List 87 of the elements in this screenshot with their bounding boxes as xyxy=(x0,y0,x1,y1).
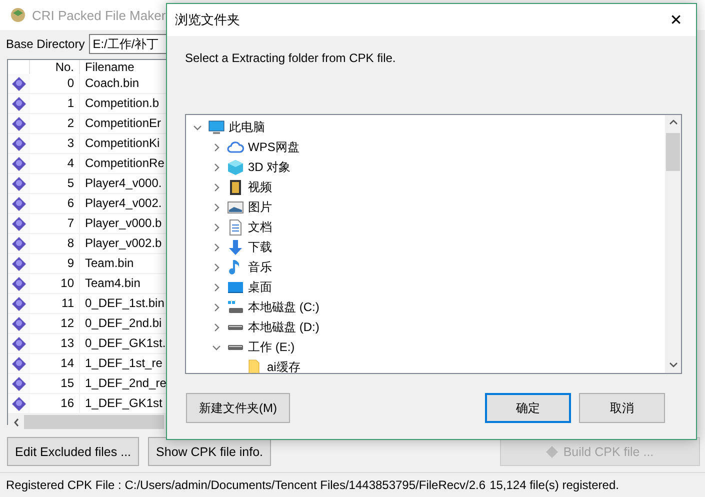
collapse-chevron-icon[interactable] xyxy=(212,342,220,352)
file-icon xyxy=(12,296,26,310)
status-count: 15,124 file(s) registered. xyxy=(490,478,619,492)
wand-icon xyxy=(546,446,558,458)
download-arrow-icon xyxy=(227,238,244,256)
table-cell: 8 xyxy=(30,234,80,253)
file-icon xyxy=(12,356,26,370)
tree-item[interactable]: 文档 xyxy=(248,218,272,236)
monitor-icon xyxy=(208,118,225,136)
tree-item[interactable]: 视频 xyxy=(248,178,272,196)
dialog-button[interactable]: 确定 xyxy=(485,393,571,423)
expand-chevron-icon[interactable] xyxy=(212,222,220,232)
expand-chevron-icon[interactable] xyxy=(212,242,220,252)
file-icon xyxy=(12,216,26,230)
cube-icon xyxy=(227,158,244,176)
scroll-left-icon[interactable] xyxy=(12,418,20,426)
expand-chevron-icon[interactable] xyxy=(212,282,220,292)
tree-item[interactable]: 3D 对象 xyxy=(248,158,291,176)
collapse-chevron-icon[interactable] xyxy=(192,122,202,132)
tree-item[interactable]: 本地磁盘 (C:) xyxy=(248,298,320,316)
base-directory-label: Base Directory xyxy=(6,37,85,51)
tree-item[interactable]: 下载 xyxy=(248,238,272,256)
tree-item[interactable]: 图片 xyxy=(248,198,272,216)
cloud-icon xyxy=(227,138,244,156)
scrollbar-thumb[interactable] xyxy=(666,133,680,171)
file-icon xyxy=(12,196,26,210)
status-path: Registered CPK File : C:/Users/admin/Documents/Tencent Files/1443853795/FileRecv/2.6 xyxy=(6,478,486,492)
file-icon xyxy=(12,256,26,270)
file-icon xyxy=(12,396,26,410)
table-cell: 16 xyxy=(30,394,80,413)
tree-item[interactable]: 桌面 xyxy=(248,278,272,296)
film-icon xyxy=(227,178,244,196)
tree-item[interactable]: WPS网盘 xyxy=(248,138,300,156)
expand-chevron-icon[interactable] xyxy=(212,162,220,172)
drive-icon xyxy=(227,344,244,350)
tree-item[interactable]: 此电脑 xyxy=(229,118,265,136)
table-cell: 3 xyxy=(30,134,80,153)
close-button[interactable]: ✕ xyxy=(656,4,696,36)
expand-chevron-icon[interactable] xyxy=(212,142,220,152)
table-cell: 6 xyxy=(30,194,80,213)
table-cell: 9 xyxy=(30,254,80,273)
file-icon xyxy=(12,176,26,190)
scrollbar-thumb[interactable] xyxy=(24,415,164,429)
expand-chevron-icon[interactable] xyxy=(212,302,220,312)
file-icon xyxy=(12,376,26,390)
table-cell: 11 xyxy=(30,294,80,313)
action-button[interactable]: Edit Excluded files ... xyxy=(7,437,140,466)
tree-item[interactable]: 工作 (E:) xyxy=(248,338,295,356)
file-icon xyxy=(12,276,26,290)
table-cell: 1 xyxy=(30,94,80,113)
file-icon xyxy=(12,156,26,170)
file-icon xyxy=(12,336,26,350)
file-icon xyxy=(12,136,26,150)
window-title: CRI Packed File Maker xyxy=(32,8,166,22)
table-cell: 7 xyxy=(30,214,80,233)
file-icon xyxy=(12,76,26,90)
table-cell: 15 xyxy=(30,374,80,393)
dialog-button[interactable]: 新建文件夹(M) xyxy=(186,393,290,423)
table-cell: 10 xyxy=(30,274,80,293)
table-cell: 12 xyxy=(30,314,80,333)
table-cell: 5 xyxy=(30,174,80,193)
dialog-prompt: Select a Extracting folder from CPK file. xyxy=(185,51,397,65)
app-icon xyxy=(10,7,26,23)
table-cell: 14 xyxy=(30,354,80,373)
tree-item[interactable]: 本地磁盘 (D:) xyxy=(248,318,320,336)
file-icon xyxy=(12,116,26,130)
table-cell: 0 xyxy=(30,74,80,93)
dialog-title: 浏览文件夹 xyxy=(175,11,240,29)
document-icon xyxy=(227,218,244,236)
expand-chevron-icon[interactable] xyxy=(212,322,220,332)
action-button[interactable]: Show CPK file info. xyxy=(148,437,272,466)
picture-icon xyxy=(227,198,244,216)
file-icon xyxy=(12,236,26,250)
expand-chevron-icon[interactable] xyxy=(212,262,220,272)
column-header[interactable]: No. xyxy=(30,60,80,74)
drive-icon xyxy=(227,324,244,330)
file-icon xyxy=(12,96,26,110)
table-cell: 4 xyxy=(30,154,80,173)
tree-item[interactable]: ai缓存 xyxy=(267,358,300,373)
table-cell: 13 xyxy=(30,334,80,353)
dialog-button[interactable]: 取消 xyxy=(579,393,665,423)
expand-chevron-icon[interactable] xyxy=(212,202,220,212)
expand-chevron-icon[interactable] xyxy=(212,182,220,192)
tree-item[interactable]: 音乐 xyxy=(248,258,272,276)
file-icon xyxy=(12,316,26,330)
table-cell: 2 xyxy=(30,114,80,133)
system-drive-icon xyxy=(227,298,244,316)
